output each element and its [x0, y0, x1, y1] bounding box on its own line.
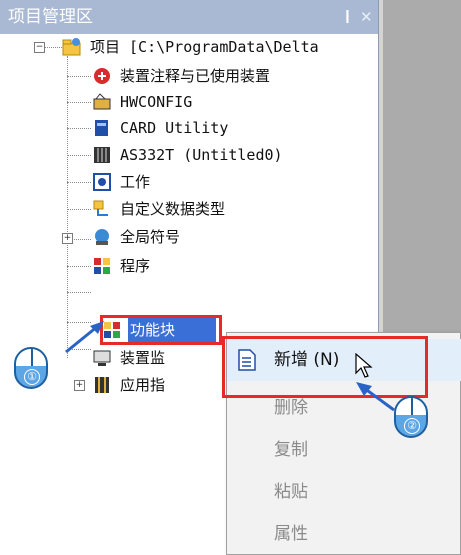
device-comment-icon [94, 68, 110, 84]
collapse-root-toggle[interactable]: − [34, 42, 45, 53]
expand-global-symbol-toggle[interactable]: + [62, 233, 73, 244]
menu-item-label: 属性 [274, 524, 308, 544]
menu-item-paste[interactable]: 粘贴 [227, 471, 461, 513]
project-folder-icon [62, 38, 81, 56]
pin-icon[interactable]: ❙ [342, 0, 353, 34]
global-symbol-icon [95, 229, 109, 245]
tree-item-label: 程序 [120, 257, 151, 275]
step-1-number: ① [24, 369, 40, 385]
program-icon [94, 258, 110, 274]
menu-item-label: 复制 [274, 440, 308, 460]
tree-item-label: HWCONFIG [120, 93, 193, 111]
step-2-mouse-callout: ② [394, 396, 428, 438]
card-utility-icon [95, 120, 108, 136]
panel-title: 项目管理区 [8, 7, 93, 27]
tree-item-label: 工作 [120, 173, 151, 191]
hwconfig-icon [93, 93, 111, 110]
tree-item-label: CARD Utility [120, 119, 229, 137]
expand-instruction-toggle[interactable]: + [74, 380, 85, 391]
menu-item-properties[interactable]: 属性 [227, 513, 461, 555]
tree-item-label: 装置监 [120, 349, 166, 367]
tree-item-label: 装置注释与已使用装置 [120, 67, 271, 85]
tree-root-label: 项目 [C:\ProgramData\Delta [90, 38, 319, 56]
panel-titlebar: 项目管理区 ❙ ✕ [0, 0, 378, 34]
step-2-number: ② [404, 418, 420, 434]
close-icon[interactable]: ✕ [360, 0, 373, 34]
tree-item-label: 自定义数据类型 [120, 200, 226, 218]
arrow-to-function-block [65, 321, 104, 354]
menu-item-copy[interactable]: 复制 [227, 429, 461, 471]
instruction-icon [95, 377, 109, 393]
step-1-mouse-callout: ① [14, 347, 48, 389]
tree-item-label: 应用指 [120, 376, 166, 394]
data-type-icon [93, 200, 108, 216]
plc-icon [94, 147, 110, 163]
arrow-to-new-item [356, 382, 395, 412]
tree-item-label: AS332T (Untitled0) [120, 146, 283, 164]
task-icon [93, 173, 111, 191]
menu-item-label: 粘贴 [274, 482, 308, 502]
selected-item-highlight-box [100, 315, 222, 345]
tree-item-label: 全局符号 [120, 228, 181, 246]
